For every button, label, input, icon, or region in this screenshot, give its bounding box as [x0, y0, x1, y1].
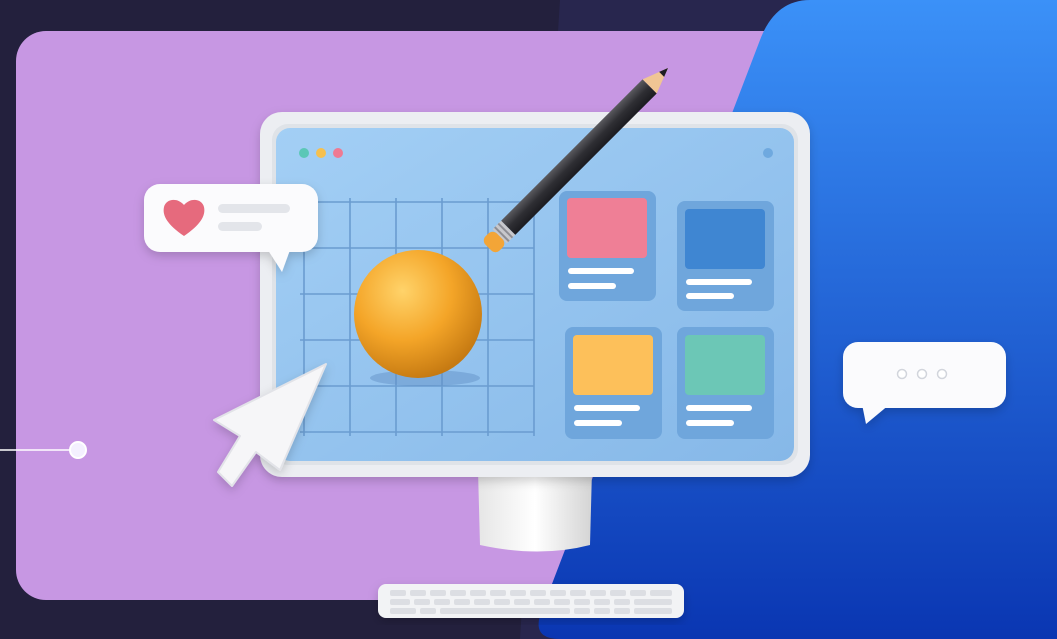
- ellipsis-icon: [896, 368, 948, 380]
- scene-svg: [0, 0, 1057, 639]
- window-dot-yellow: [316, 148, 326, 158]
- window-dot-pink: [333, 148, 343, 158]
- decor-dot: [69, 441, 87, 459]
- keyboard-icon: [378, 584, 684, 618]
- window-dot-right: [763, 148, 773, 158]
- card-yellow: [565, 327, 662, 439]
- sphere: [354, 250, 482, 378]
- card-pink: [559, 191, 656, 301]
- monitor-stand: [478, 470, 592, 552]
- illustration: [0, 0, 1057, 639]
- card-green: [677, 327, 774, 439]
- card-blue: [677, 201, 774, 311]
- window-dot-green: [299, 148, 309, 158]
